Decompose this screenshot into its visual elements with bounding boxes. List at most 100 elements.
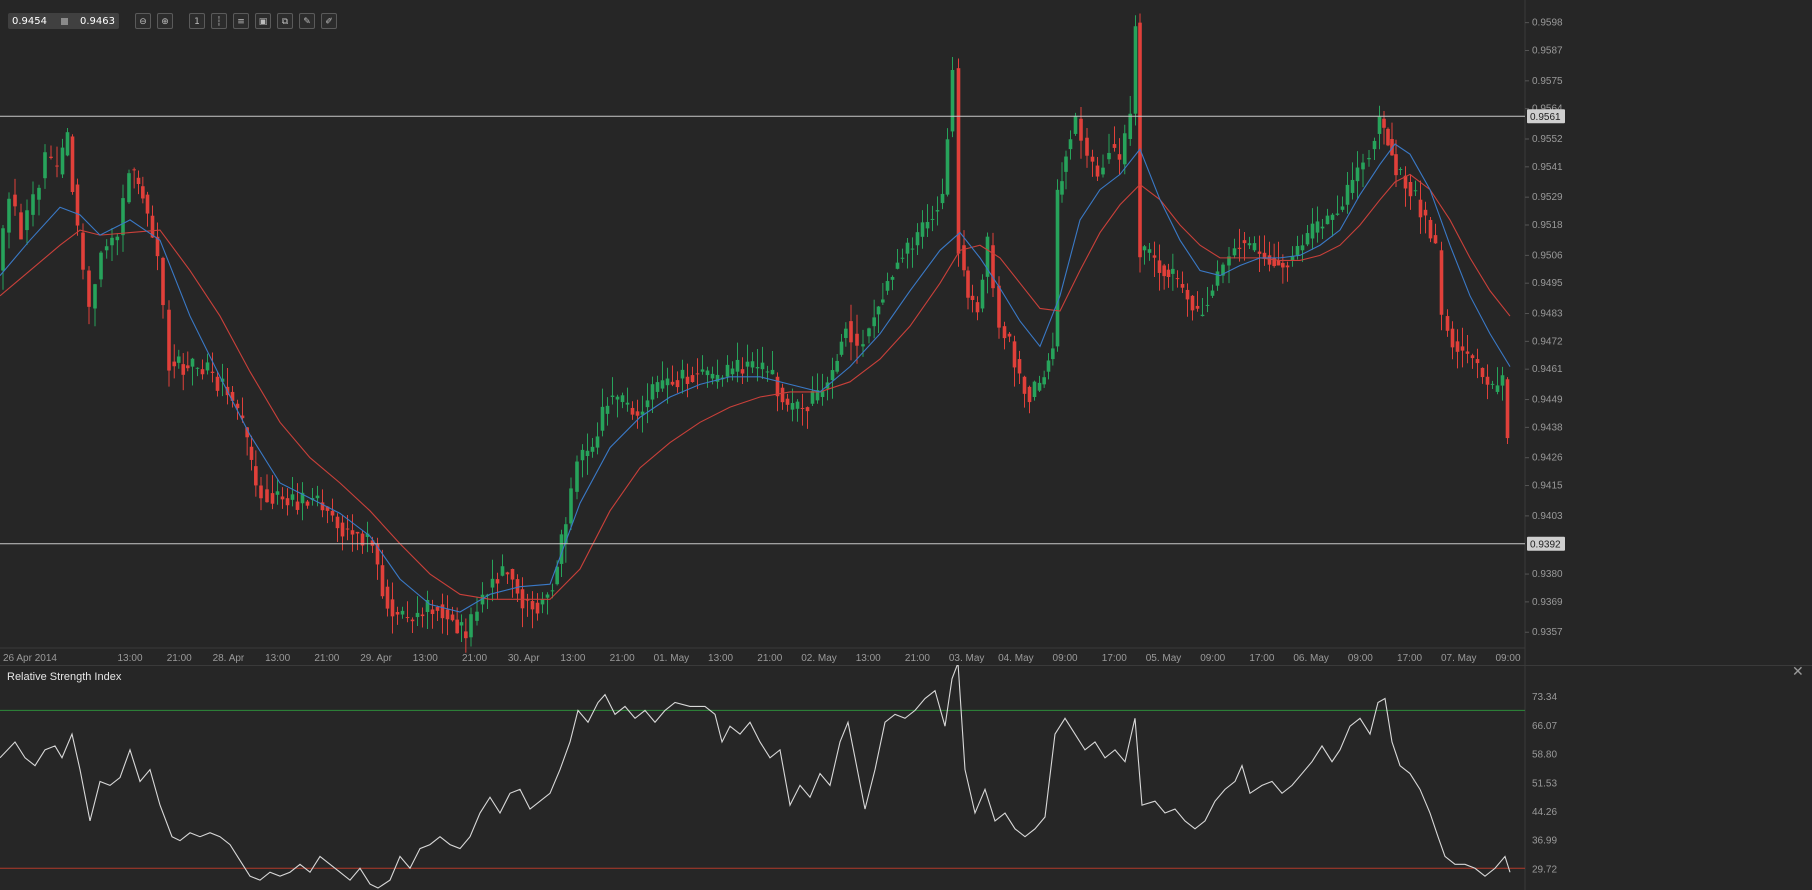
candle-body xyxy=(844,328,848,338)
close-icon[interactable]: ✕ xyxy=(1792,664,1804,680)
timeframe-icon[interactable]: 1 xyxy=(189,13,205,29)
candle-body xyxy=(900,257,905,259)
candle-body xyxy=(330,510,335,516)
candle-body xyxy=(464,631,468,639)
candle-body xyxy=(440,604,445,619)
candle-body xyxy=(1042,377,1046,385)
candle-body xyxy=(535,602,540,614)
candle-body xyxy=(881,299,885,303)
candle-body xyxy=(1465,351,1470,354)
candle-body xyxy=(970,295,975,300)
candle-body xyxy=(305,501,310,506)
candle-body xyxy=(940,193,945,204)
candle-body xyxy=(680,369,685,379)
price-tick-label: 0.9380 xyxy=(1532,569,1563,580)
price-line-label: 0.9561 xyxy=(1530,112,1561,123)
candle-body xyxy=(1276,260,1281,266)
candle-body xyxy=(340,522,345,537)
price-tick-label: 0.9552 xyxy=(1532,134,1563,145)
candle-body xyxy=(390,599,395,617)
time-axis-label: 04. May xyxy=(998,653,1034,664)
zoom-out-icon[interactable]: ⊖ xyxy=(135,13,151,29)
time-axis-label: 09:00 xyxy=(1495,653,1520,664)
candle-body xyxy=(249,446,254,460)
candle-body xyxy=(1330,214,1335,220)
candle-body xyxy=(81,232,85,270)
time-axis-label: 06. May xyxy=(1293,653,1329,664)
candle-body xyxy=(1128,113,1133,139)
candle-body xyxy=(195,367,200,369)
chart-type-icon[interactable]: ┆ xyxy=(211,13,227,29)
candle-body xyxy=(765,371,770,373)
candle-body xyxy=(1095,165,1100,177)
candle-body xyxy=(710,373,715,379)
chart-toolbar: 0.9454 0.9463 ⊖ ⊕ 1 ┆ ≡ ▣ ⧉ ✎ ✐ xyxy=(8,12,337,30)
candle-body xyxy=(1027,386,1032,403)
candle-body xyxy=(1007,333,1012,337)
rsi-title: Relative Strength Index xyxy=(7,671,122,683)
zoom-in-icon[interactable]: ⊕ xyxy=(157,13,173,29)
time-axis-label: 21:00 xyxy=(462,653,487,664)
candle-body xyxy=(1101,167,1105,175)
candle-body xyxy=(31,194,35,215)
price-tick-label: 0.9506 xyxy=(1532,250,1563,261)
rsi-panel[interactable]: 73.34 66.07 58.80 51.53 44.26 36.99 29.72 xyxy=(0,665,1812,890)
candle-body xyxy=(145,194,150,214)
candle-body xyxy=(795,401,800,409)
indicators-icon[interactable]: ≡ xyxy=(233,13,249,29)
candle-body xyxy=(1386,128,1390,146)
objects-icon[interactable]: ✎ xyxy=(299,13,315,29)
candle-body xyxy=(1252,243,1257,251)
rsi-tick-label: 44.26 xyxy=(1532,807,1557,818)
screenshot-icon[interactable]: ▣ xyxy=(255,13,271,29)
candle-body xyxy=(1157,260,1162,273)
time-axis-label: 26 Apr 2014 xyxy=(3,653,57,664)
candle-body xyxy=(1055,189,1060,347)
candle-body xyxy=(635,411,640,416)
candle-body xyxy=(70,136,75,192)
candle-body xyxy=(755,367,760,369)
candle-body xyxy=(1475,359,1480,364)
price-tick-label: 0.9438 xyxy=(1532,422,1563,433)
candle-body xyxy=(550,590,555,592)
candle-body xyxy=(350,530,355,535)
candle-body xyxy=(455,619,459,634)
candle-body xyxy=(176,356,181,363)
candle-body xyxy=(735,359,740,372)
candle-body xyxy=(650,384,655,400)
price-tick-label: 0.9369 xyxy=(1532,597,1563,608)
time-axis-label: 13:00 xyxy=(413,653,438,664)
price-chart-panel[interactable]: 0.95980.95870.95750.95640.95520.95410.95… xyxy=(0,0,1812,665)
candle-body xyxy=(1500,375,1505,386)
time-axis-label: 21:00 xyxy=(610,653,635,664)
chart-background xyxy=(0,0,1812,665)
candle-body xyxy=(510,569,515,580)
candle-body xyxy=(1445,316,1450,331)
candle-body xyxy=(530,601,535,610)
candle-body xyxy=(1142,246,1147,251)
rsi-tick-label: 58.80 xyxy=(1532,750,1557,761)
candle-body xyxy=(1046,360,1051,372)
price-tick-label: 0.9461 xyxy=(1532,364,1563,375)
candle-body xyxy=(1394,154,1398,176)
candle-body xyxy=(1300,245,1305,251)
candle-body xyxy=(625,402,630,405)
candle-body xyxy=(1355,167,1360,182)
price-tick-label: 0.9472 xyxy=(1532,336,1563,347)
candle-body xyxy=(87,270,91,307)
draw-icon[interactable]: ✐ xyxy=(321,13,337,29)
candle-body xyxy=(1367,157,1371,160)
candle-body xyxy=(1037,382,1042,391)
candle-body xyxy=(1470,355,1475,359)
time-axis-label: 17:00 xyxy=(1249,653,1274,664)
templates-icon[interactable]: ⧉ xyxy=(277,13,293,29)
candle-body xyxy=(1345,184,1350,205)
candle-body xyxy=(49,156,53,158)
candle-body xyxy=(335,516,340,529)
candle-body xyxy=(1195,305,1200,309)
candle-body xyxy=(13,194,17,207)
candle-body xyxy=(141,186,145,199)
candle-body xyxy=(430,609,435,615)
candle-body xyxy=(590,446,595,452)
price-tick-label: 0.9575 xyxy=(1532,76,1563,87)
